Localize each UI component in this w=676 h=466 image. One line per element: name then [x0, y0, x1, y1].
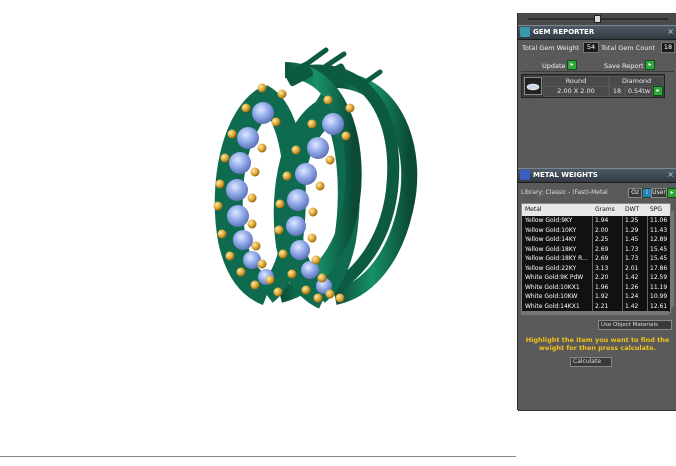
vertical-scrollbar[interactable] — [670, 211, 674, 307]
grams-cell: 1.92 — [595, 293, 609, 300]
round-gem-icon — [526, 83, 540, 91]
spg-cell: 12.59 — [650, 274, 668, 281]
gem-reporter-title: GEM REPORTER — [533, 28, 595, 36]
horizontal-scrollbar[interactable] — [521, 311, 669, 315]
dwt-cell: 1.29 — [625, 226, 639, 234]
hoop-earrings-render — [213, 47, 418, 309]
grams-cell: 2.21 — [595, 302, 609, 310]
metal-weights-header[interactable]: METAL WEIGHTS × — [518, 168, 676, 183]
grams-cell: 2.25 — [595, 236, 609, 243]
update-button[interactable]: ▸ — [567, 60, 577, 70]
metal-name-cell: White Gold:9K PdW — [525, 274, 584, 281]
calculate-dropdown[interactable]: Calculate — [570, 357, 612, 367]
gem-count-cell: 18 — [609, 86, 625, 97]
metal-weights-title: METAL WEIGHTS — [533, 171, 598, 179]
save-report-button[interactable]: ▸ — [645, 60, 655, 70]
metal-weights-table: Metal Grams DWT SPG Yellow Gold:9KY 1.94 1… — [521, 203, 671, 313]
update-label: Update — [542, 62, 566, 70]
gem-table: Round Diamond 2.00 X 2.00 18 0.54tw ▸ — [521, 74, 665, 98]
3d-viewport[interactable] — [0, 0, 516, 462]
metal-name-cell: White Gold:10KW — [525, 293, 578, 300]
dwt-cell: 1.26 — [625, 283, 639, 291]
separator — [521, 71, 674, 72]
user-go-button[interactable]: ▸ — [667, 188, 676, 198]
metal-name-cell: White Gold:14KX1 — [525, 302, 580, 310]
dwt-cell: 1.25 — [625, 217, 639, 224]
spg-cell: 12.61 — [650, 302, 668, 310]
grams-cell: 2.69 — [595, 255, 609, 262]
grams-cell: 2.20 — [595, 274, 609, 281]
gem-reporter-icon — [520, 27, 530, 37]
dwt-cell: 1.42 — [625, 302, 639, 310]
close-icon[interactable]: × — [667, 27, 674, 36]
metal-name-cell: Yellow Gold:9KY — [525, 217, 573, 224]
col-metal-header: Metal — [525, 206, 542, 213]
total-gem-weight-label: Total Gem Weight — [522, 44, 580, 52]
total-gem-count-value: 18 — [661, 42, 675, 53]
user-button[interactable]: User — [651, 188, 667, 198]
metal-name-cell: Yellow Gold:22KY — [525, 264, 577, 272]
spg-cell: 11.19 — [650, 283, 668, 291]
gem-thumbnail — [524, 77, 542, 95]
metal-weights-icon — [520, 170, 530, 180]
gem-row-button[interactable]: ▸ — [653, 86, 663, 96]
spg-cell: 17.86 — [650, 264, 668, 272]
spg-cell: 15.45 — [650, 255, 668, 262]
col-grams-header: Grams — [595, 206, 615, 213]
metal-name-cell: Yellow Gold:14KY — [525, 236, 577, 243]
grams-cell: 2.69 — [595, 245, 609, 253]
column-divider — [592, 216, 593, 312]
viewport-bottom-border — [0, 456, 516, 457]
spg-cell: 10.99 — [650, 293, 668, 300]
metal-name-cell: Yellow Gold:10KY — [525, 226, 577, 234]
close-icon[interactable]: × — [667, 170, 674, 179]
col-dwt-header: DWT — [625, 206, 640, 213]
library-label: Library: Classic - (Fast)-Metal — [521, 189, 608, 196]
save-report-label: Save Report — [604, 62, 644, 70]
panel-bottom-border — [518, 410, 676, 411]
metal-name-cell: Yellow Gold:18KY R... — [525, 255, 588, 262]
metal-name-cell: Yellow Gold:18KY — [525, 245, 577, 253]
dwt-cell: 1.42 — [625, 274, 639, 281]
dwt-cell: 2.01 — [625, 264, 639, 272]
calculate-hint: Highlight the item you want to find the … — [525, 336, 670, 352]
grams-cell: 3.13 — [595, 264, 609, 272]
total-gem-weight-value: 54 — [583, 42, 599, 53]
grams-cell: 2.00 — [595, 226, 609, 234]
spg-cell: 11.43 — [650, 226, 668, 234]
gem-size-cell: 2.00 X 2.00 — [543, 86, 609, 97]
use-object-materials-dropdown[interactable]: Use Object Materials — [598, 320, 672, 330]
column-divider — [647, 216, 648, 312]
gem-weight-cell: 0.54tw — [625, 86, 653, 97]
spg-cell: 15.45 — [650, 245, 668, 253]
spg-cell: 12.89 — [650, 236, 668, 243]
dwt-cell: 1.24 — [625, 293, 639, 300]
grams-cell: 1.96 — [595, 283, 609, 291]
dwt-cell: 1.45 — [625, 236, 639, 243]
oz-button[interactable]: Oz — [628, 188, 642, 198]
spg-cell: 11.06 — [650, 217, 668, 224]
side-panel: GEM REPORTER × Total Gem Weight 54 Total… — [517, 13, 676, 411]
panel-slider-thumb[interactable] — [594, 15, 601, 23]
total-gem-count-label: Total Gem Count — [601, 44, 655, 52]
grams-cell: 1.94 — [595, 217, 609, 224]
dwt-cell: 1.73 — [625, 245, 639, 253]
gem-reporter-header[interactable]: GEM REPORTER × — [518, 25, 676, 40]
metal-name-cell: White Gold:10KX1 — [525, 283, 580, 291]
dwt-cell: 1.73 — [625, 255, 639, 262]
metal-table-header: Metal Grams DWT SPG — [522, 204, 670, 216]
column-divider — [622, 216, 623, 312]
col-spg-header: SPG — [650, 206, 663, 213]
